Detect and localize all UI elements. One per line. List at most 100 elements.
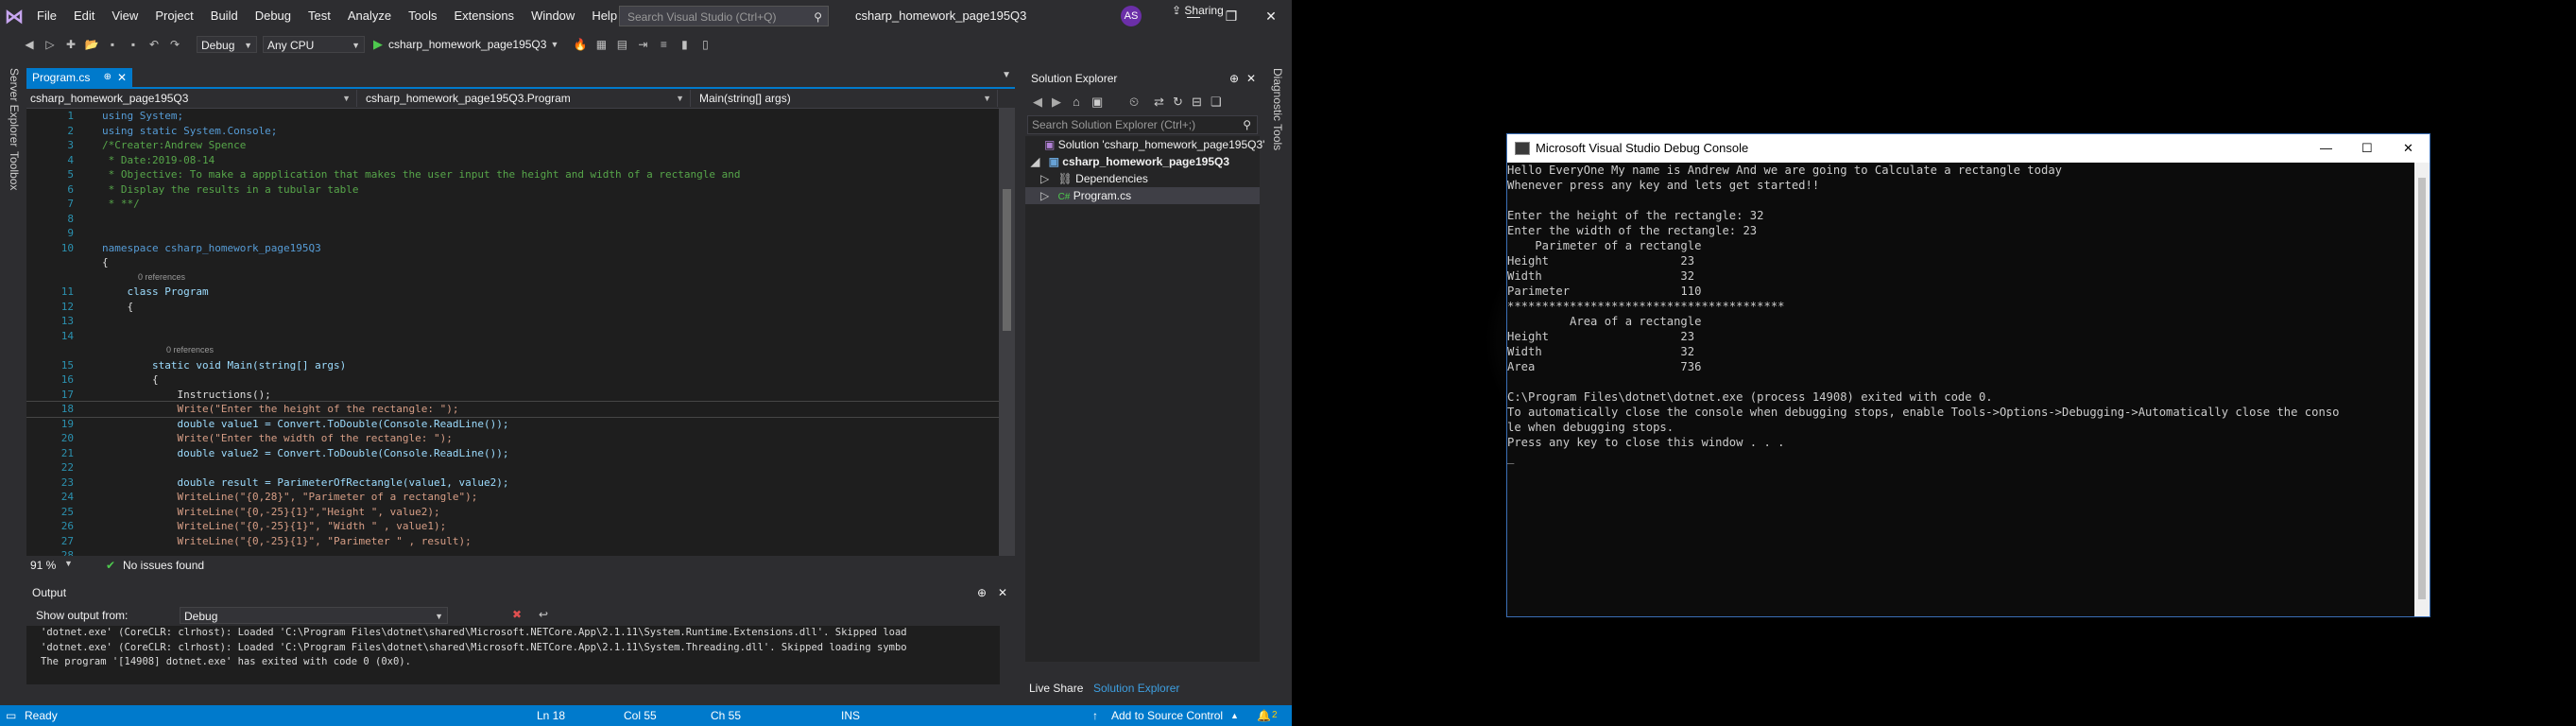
code-line[interactable]: 7 * **/ (26, 197, 1015, 212)
code-line[interactable]: 10 namespace csharp_homework_page195Q3 (26, 241, 1015, 256)
toolbar-icon-e[interactable]: ▯ (696, 36, 713, 53)
menu-file[interactable]: File (28, 0, 65, 32)
tree-item-program-cs[interactable]: ▷ C# Program.cs (1025, 187, 1260, 204)
class-dropdown[interactable]: csharp_homework_page195Q3.Program ▼ (362, 90, 691, 107)
tab-solution-explorer[interactable]: Solution Explorer (1093, 679, 1179, 698)
code-line[interactable]: 1 using System; (26, 109, 1015, 124)
back-icon[interactable]: ◀ (21, 36, 38, 53)
close-icon[interactable]: ✕ (1249, 0, 1292, 32)
tree-item-project[interactable]: ◢ ▣ csharp_homework_page195Q3 (1025, 153, 1260, 170)
expanded-arrow-icon[interactable]: ◢ (1031, 155, 1039, 168)
collapse-all-icon[interactable]: ⊟ (1192, 95, 1202, 110)
collapsed-arrow-icon[interactable]: ▷ (1040, 172, 1049, 185)
back-icon[interactable]: ◀ (1033, 95, 1042, 110)
issues-label[interactable]: No issues found (123, 559, 204, 572)
code-line[interactable]: 2 using static System.Console; (26, 124, 1015, 139)
refresh-icon[interactable]: ↻ (1173, 95, 1183, 110)
code-line[interactable]: 18 Write("Enter the height of the rectan… (26, 401, 1015, 418)
code-editor[interactable]: 1 using System; 2 using static System.Conso… (26, 109, 1015, 556)
zoom-level[interactable]: 91 % (30, 559, 56, 572)
redo-icon[interactable]: ↷ (166, 36, 183, 53)
code-line[interactable]: 4 * Date:2019-08-14 (26, 153, 1015, 168)
undo-icon[interactable]: ↶ (146, 36, 163, 53)
menu-build[interactable]: Build (202, 0, 247, 32)
tab-program-cs[interactable]: Program.cs ⊕ ✕ (26, 68, 132, 87)
live-share-button[interactable]: ⇪ Sharing (1172, 4, 1224, 17)
toolbar-icon-b[interactable]: ▤ (613, 36, 630, 53)
pin-icon[interactable]: ⊕ (104, 68, 112, 87)
code-line[interactable]: 28 (26, 548, 1015, 556)
bookmark-icon[interactable]: ▮ (676, 36, 693, 53)
console-title-bar[interactable]: Microsoft Visual Studio Debug Console — … (1507, 134, 2430, 163)
close-icon[interactable]: ✕ (1246, 68, 1256, 89)
collapsed-arrow-icon[interactable]: ▷ (1040, 189, 1049, 202)
switch-views-icon[interactable]: ▣ (1091, 95, 1103, 110)
menu-tools[interactable]: Tools (400, 0, 445, 32)
code-line[interactable]: 19 double value1 = Convert.ToDouble(Cons… (26, 417, 1015, 432)
menu-edit[interactable]: Edit (65, 0, 103, 32)
configuration-select[interactable]: Debug ▼ (197, 36, 257, 53)
forward-icon[interactable]: ▶ (1052, 95, 1061, 110)
pin-icon[interactable]: ⊕ (1229, 68, 1239, 89)
code-line[interactable]: 23 double result = ParimeterOfRectangle(… (26, 475, 1015, 491)
pending-changes-icon[interactable]: ⏲ (1129, 95, 1139, 110)
code-line[interactable]: 9 (26, 226, 1015, 241)
forward-icon[interactable]: ▷ (42, 36, 59, 53)
code-line[interactable]: 12 { (26, 300, 1015, 315)
member-dropdown[interactable]: Main(string[] args) ▼ (696, 90, 998, 107)
toolbox-tab[interactable]: Toolbox (8, 151, 21, 190)
console-scrollbar[interactable] (2414, 163, 2430, 616)
code-line[interactable]: 22 (26, 460, 1015, 475)
pin-icon[interactable]: ⊕ (977, 583, 987, 602)
toolbar-icon-d[interactable]: ≡ (655, 36, 672, 53)
menu-view[interactable]: View (103, 0, 146, 32)
toolbar-icon-a[interactable]: ▦ (592, 36, 610, 53)
menu-project[interactable]: Project (146, 0, 201, 32)
code-line[interactable]: 24 WriteLine("{0,28}", "Parimeter of a r… (26, 490, 1015, 505)
tab-live-share[interactable]: Live Share (1029, 679, 1083, 698)
menu-extensions[interactable]: Extensions (445, 0, 523, 32)
search-input[interactable]: Search Visual Studio (Ctrl+Q) ⚲ (619, 6, 829, 26)
maximize-icon[interactable]: ☐ (2361, 134, 2373, 163)
output-text-area[interactable]: 'dotnet.exe' (CoreCLR: clrhost): Loaded … (26, 626, 1000, 684)
open-icon[interactable]: 📂 (83, 36, 100, 53)
close-icon[interactable]: ✕ (998, 583, 1007, 602)
diagnostic-tools-tab[interactable]: Diagnostic Tools (1271, 68, 1284, 150)
menu-test[interactable]: Test (300, 0, 339, 32)
tree-item-solution[interactable]: ▣ Solution 'csharp_homework_page195Q3' (1025, 136, 1264, 153)
code-line[interactable]: 3 /*Creater:Andrew Spence (26, 138, 1015, 153)
word-wrap-icon[interactable]: ↩ (539, 608, 548, 621)
minimize-icon[interactable]: — (2320, 134, 2332, 163)
menu-analyze[interactable]: Analyze (339, 0, 400, 32)
code-line[interactable]: 26 WriteLine("{0,-25}{1}", "Width " , va… (26, 519, 1015, 534)
code-line[interactable]: 6 * Display the results in a tubular tab… (26, 182, 1015, 198)
code-line[interactable]: 25 WriteLine("{0,-25}{1}","Height ", val… (26, 505, 1015, 520)
clear-all-icon[interactable]: ✖ (512, 608, 522, 621)
code-line[interactable]: 11 class Program (26, 285, 1015, 300)
add-to-source-control-button[interactable]: Add to Source Control (1111, 705, 1223, 726)
hot-reload-icon[interactable]: 🔥 (572, 36, 589, 53)
project-dropdown[interactable]: csharp_homework_page195Q3 ▼ (26, 90, 357, 107)
close-tab-icon[interactable]: ✕ (117, 68, 127, 87)
menu-debug[interactable]: Debug (247, 0, 300, 32)
tab-list-chevron-icon[interactable]: ▼ (1002, 70, 1011, 80)
code-line[interactable]: 14 (26, 329, 1015, 344)
save-icon[interactable]: ▪ (104, 36, 121, 53)
menu-window[interactable]: Window (523, 0, 583, 32)
output-source-select[interactable]: Debug ▼ (180, 607, 448, 624)
toolbar-icon-c[interactable]: ⇥ (634, 36, 651, 53)
editor-scrollbar[interactable] (999, 109, 1015, 556)
close-icon[interactable]: ✕ (2403, 134, 2413, 163)
show-all-files-icon[interactable]: ❏ (1211, 95, 1222, 110)
code-line[interactable]: 8 (26, 212, 1015, 227)
code-line[interactable]: { (26, 255, 1015, 270)
save-all-icon[interactable]: ▪ (125, 36, 142, 53)
new-item-icon[interactable]: ✚ (62, 36, 79, 53)
code-line[interactable]: 27 WriteLine("{0,-25}{1}", "Parimeter " … (26, 534, 1015, 549)
platform-select[interactable]: Any CPU ▼ (263, 36, 365, 53)
code-line[interactable]: 13 (26, 314, 1015, 329)
code-line[interactable]: 0 references (26, 343, 1015, 358)
code-line[interactable]: 15 static void Main(string[] args) (26, 358, 1015, 373)
sync-icon[interactable]: ⇄ (1154, 95, 1164, 110)
code-line[interactable]: 0 references (26, 270, 1015, 285)
